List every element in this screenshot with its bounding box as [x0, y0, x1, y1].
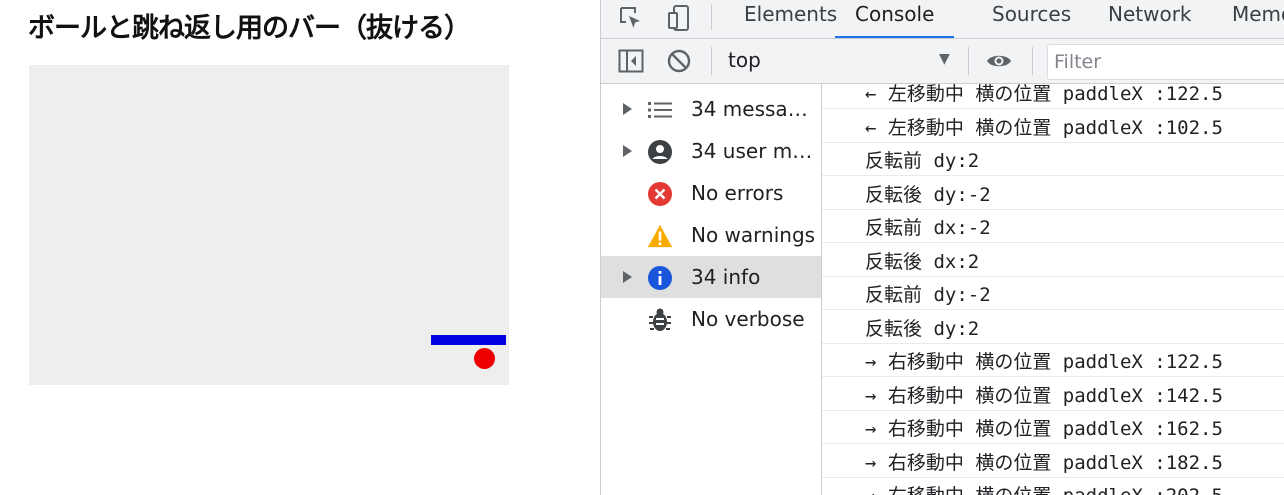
sidebar-item-verbose[interactable]: No verbose [601, 298, 821, 340]
log-message[interactable]: 反転前 dy:2 [822, 142, 1284, 176]
sidebar-item-label: 34 user me… [691, 139, 817, 163]
filter-input[interactable] [1048, 45, 1280, 79]
log-message-text: 反転後 dy:-2 [865, 184, 991, 206]
expand-arrow-icon[interactable] [621, 144, 633, 158]
expand-arrow-icon[interactable] [621, 270, 633, 284]
sidebar-item-label: 34 messages [691, 97, 817, 121]
tab-network[interactable]: Network [1108, 0, 1192, 36]
info-icon [647, 265, 673, 291]
live-expression-eye-icon[interactable] [983, 45, 1015, 77]
log-message[interactable]: 反転後 dy:2 [822, 310, 1284, 344]
log-message[interactable]: → 右移動中 横の位置 paddleX :202.5 [822, 477, 1284, 495]
sidebar-item-label: 34 info [691, 265, 761, 289]
log-message-text: → 右移動中 横の位置 paddleX :162.5 [865, 418, 1223, 440]
sidebar-item-user-messages[interactable]: 34 user me… [601, 130, 821, 172]
log-message[interactable]: 反転後 dx:2 [822, 243, 1284, 277]
sidebar-item-info[interactable]: 34 info [601, 256, 821, 298]
sidebar-toggle-icon[interactable] [615, 45, 647, 77]
filter-box[interactable] [1047, 44, 1284, 80]
log-message-text: ← 左移動中 横の位置 paddleX :102.5 [865, 117, 1223, 139]
ball [474, 348, 495, 369]
warning-icon [647, 223, 673, 249]
page: ボールと跳ね返し用のバー（抜ける） Elements Console Sourc… [0, 0, 1284, 495]
user-icon [647, 139, 673, 165]
devtools-panel: Elements Console Sources Network Memory [600, 0, 1284, 495]
log-message[interactable]: → 右移動中 横の位置 paddleX :162.5 [822, 410, 1284, 444]
log-message[interactable]: 反転前 dy:-2 [822, 276, 1284, 310]
expand-arrow-icon[interactable] [621, 102, 633, 116]
sidebar-item-errors[interactable]: No errors [601, 172, 821, 214]
log-message[interactable]: → 右移動中 横の位置 paddleX :122.5 [822, 343, 1284, 377]
divider [711, 47, 712, 75]
game-canvas[interactable] [29, 65, 509, 385]
sidebar-item-label: No verbose [691, 307, 805, 331]
sidebar-item-label: No errors [691, 181, 784, 205]
log-message-text: → 右移動中 横の位置 paddleX :122.5 [865, 351, 1223, 373]
page-title: ボールと跳ね返し用のバー（抜ける） [28, 13, 471, 44]
log-message-text: → 右移動中 横の位置 paddleX :142.5 [865, 385, 1223, 407]
error-icon [647, 181, 673, 207]
bug-icon [647, 307, 673, 333]
tab-elements[interactable]: Elements [744, 0, 837, 36]
log-message[interactable]: 反転後 dy:-2 [822, 176, 1284, 210]
log-message-text: 反転後 dy:2 [865, 318, 980, 340]
sidebar-item-warnings[interactable]: No warnings [601, 214, 821, 256]
context-selector[interactable]: top [728, 48, 761, 72]
inspect-element-icon[interactable] [611, 0, 651, 36]
divider [711, 4, 712, 30]
paddle [431, 335, 506, 345]
list-icon [647, 97, 673, 123]
log-message-text: → 右移動中 横の位置 paddleX :202.5 [865, 481, 1223, 495]
tab-sources[interactable]: Sources [992, 0, 1071, 36]
console-sidebar: 34 messages 34 user me… No errors No war… [601, 84, 822, 495]
sidebar-item-label: No warnings [691, 223, 816, 247]
console-toolbar: top ▼ [601, 39, 1284, 84]
sidebar-item-messages[interactable]: 34 messages [601, 88, 821, 130]
log-message[interactable]: ← 左移動中 横の位置 paddleX :102.5 [822, 109, 1284, 143]
tab-console[interactable]: Console [835, 0, 955, 38]
console-messages[interactable]: ← 左移動中 横の位置 paddleX :122.5 ← 左移動中 横の位置 p… [822, 84, 1284, 495]
log-message[interactable]: ← 左移動中 横の位置 paddleX :122.5 [822, 84, 1284, 109]
log-message-text: → 右移動中 横の位置 paddleX :182.5 [865, 452, 1223, 474]
clear-console-icon[interactable] [663, 45, 695, 77]
dropdown-arrow-icon[interactable]: ▼ [939, 51, 950, 67]
log-message-text: 反転前 dx:-2 [865, 217, 991, 239]
log-message[interactable]: → 右移動中 横の位置 paddleX :182.5 [822, 444, 1284, 478]
divider [968, 47, 969, 75]
log-message[interactable]: 反転前 dx:-2 [822, 209, 1284, 243]
tab-memory[interactable]: Memory [1232, 0, 1284, 36]
device-toolbar-icon[interactable] [659, 0, 699, 36]
log-message-text: 反転後 dx:2 [865, 251, 980, 273]
log-message-text: ← 左移動中 横の位置 paddleX :122.5 [865, 84, 1223, 105]
log-message[interactable]: → 右移動中 横の位置 paddleX :142.5 [822, 377, 1284, 411]
divider [1032, 47, 1033, 75]
devtools-tab-bar: Elements Console Sources Network Memory [601, 0, 1284, 39]
log-message-text: 反転前 dy:-2 [865, 284, 991, 306]
log-message-text: 反転前 dy:2 [865, 150, 980, 172]
